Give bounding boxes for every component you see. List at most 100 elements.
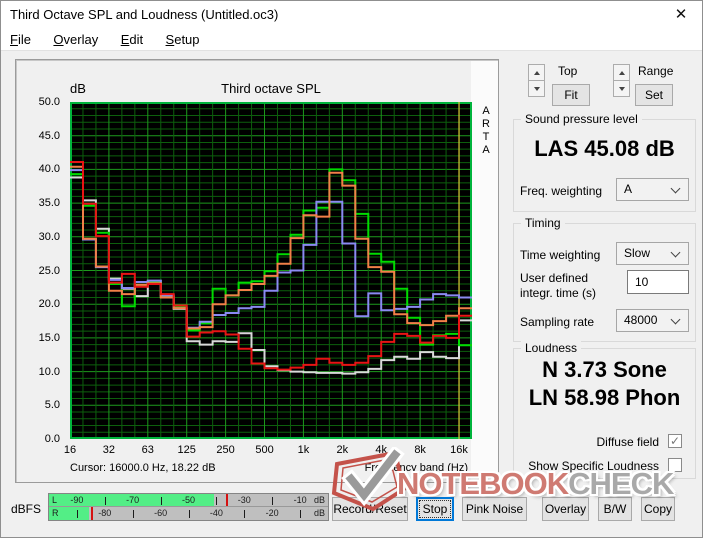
- top-spinner: [528, 64, 545, 98]
- meter-scale-label: -80: [98, 507, 111, 520]
- range-label: Range: [638, 64, 673, 78]
- diffuse-field-checkbox[interactable]: ✓: [668, 434, 682, 448]
- specific-loudness-label: Show Specific Loudness: [528, 459, 659, 473]
- y-tick-label: 50.0: [39, 96, 60, 108]
- loudness-group-label: Loudness: [521, 341, 581, 355]
- meter-tick: [77, 510, 78, 518]
- freq-weighting-select[interactable]: A: [616, 178, 689, 201]
- meter-scale-label: -40: [210, 507, 223, 520]
- y-tick-label: 20.0: [39, 298, 60, 310]
- loudness-sone-value: N 3.73 Sone: [514, 357, 695, 383]
- level-meter: L-90-70-50-30-10dB R-80-60-40-20dB: [48, 493, 329, 521]
- x-tick-label: 125: [178, 444, 196, 456]
- time-weighting-select[interactable]: Slow: [616, 242, 689, 265]
- stop-button[interactable]: Stop: [416, 497, 454, 521]
- x-tick-label: 63: [142, 444, 154, 456]
- meter-tick: [244, 510, 245, 518]
- chevron-down-icon: [671, 184, 681, 194]
- pink-noise-button[interactable]: Pink Noise: [462, 497, 527, 521]
- freq-weighting-value: A: [624, 182, 632, 196]
- sampling-rate-value: 48000: [624, 313, 657, 327]
- spl-plot[interactable]: [70, 102, 472, 439]
- meter-scale-label: -30: [238, 494, 251, 507]
- top-spin-up-icon[interactable]: [528, 64, 545, 81]
- record-reset-button[interactable]: Record/Reset: [332, 497, 408, 521]
- meter-scale-label: -10: [294, 494, 307, 507]
- meter-unit-label: dB: [314, 507, 325, 520]
- meter-tick: [216, 497, 217, 505]
- x-tick-label: 16: [64, 444, 76, 456]
- x-tick-label: 2k: [337, 444, 349, 456]
- y-tick-label: 0.0: [45, 433, 60, 445]
- meter-peak: [91, 507, 93, 520]
- x-tick-label: 32: [103, 444, 115, 456]
- x-tick-label: 250: [216, 444, 234, 456]
- chart-title: Third octave SPL: [70, 81, 472, 96]
- y-tick-label: 15.0: [39, 332, 60, 344]
- copy-button[interactable]: Copy: [641, 497, 675, 521]
- spl-group-label: Sound pressure level: [521, 112, 642, 126]
- x-axis-ticks: 1632631252505001k2k4k8k16k: [70, 444, 472, 458]
- spl-group: Sound pressure level LAS 45.08 dB Freq. …: [513, 119, 696, 212]
- chevron-down-icon: [671, 248, 681, 258]
- range-spin-up-icon[interactable]: [613, 64, 630, 81]
- y-tick-label: 10.0: [39, 366, 60, 378]
- meter-tick: [189, 510, 190, 518]
- meter-unit-label: dB: [314, 494, 325, 507]
- meter-scale-label: -20: [266, 507, 279, 520]
- menu-setup[interactable]: Setup: [157, 29, 209, 50]
- meter-tick: [272, 497, 273, 505]
- meter-tick: [133, 510, 134, 518]
- level-meter-left: L-90-70-50-30-10dB: [49, 494, 328, 507]
- meter-scale-label: -60: [154, 507, 167, 520]
- level-meter-right: R -80 -60 -40 -20 dB: [49, 507, 328, 520]
- range-spinner: [613, 64, 630, 98]
- meter-scale-label: -90: [70, 494, 83, 507]
- y-tick-label: 40.0: [39, 163, 60, 175]
- bw-button[interactable]: B/W: [598, 497, 632, 521]
- integr-time-label-2: integr. time (s): [520, 286, 596, 300]
- integr-time-label-1: User defined: [520, 271, 588, 285]
- y-tick-label: 25.0: [39, 265, 60, 277]
- x-tick-label: 1k: [298, 444, 310, 456]
- meter-tick: [105, 497, 106, 505]
- x-tick-label: 16k: [450, 444, 468, 456]
- x-axis-title: Frequency band (Hz): [365, 462, 468, 474]
- menu-edit[interactable]: Edit: [112, 29, 152, 50]
- loudness-phon-value: LN 58.98 Phon: [514, 385, 695, 411]
- time-weighting-label: Time weighting: [520, 248, 600, 262]
- top-spin-down-icon[interactable]: [528, 80, 545, 97]
- meter-peak: [226, 494, 228, 506]
- close-icon[interactable]: ✕: [666, 1, 696, 29]
- chart-panel: dB Third octave SPL 50.045.040.035.030.0…: [15, 59, 499, 483]
- y-tick-label: 30.0: [39, 231, 60, 243]
- menubar: File Overlay Edit Setup: [1, 29, 702, 51]
- timing-group-label: Timing: [521, 216, 565, 230]
- set-button[interactable]: Set: [635, 84, 673, 106]
- specific-loudness-checkbox[interactable]: [668, 458, 682, 472]
- meter-scale-label: -50: [182, 494, 195, 507]
- meter-channel-label: L: [52, 494, 57, 507]
- freq-weighting-label: Freq. weighting: [520, 184, 602, 198]
- range-spin-down-icon[interactable]: [613, 80, 630, 97]
- timing-group: Timing Time weighting Slow User defined …: [513, 223, 696, 342]
- integr-time-input[interactable]: 10: [627, 270, 689, 294]
- meter-tick: [161, 497, 162, 505]
- menu-file[interactable]: File: [1, 29, 40, 50]
- arta-spl-window: Third Octave SPL and Loudness (Untitled.…: [0, 0, 703, 538]
- time-weighting-value: Slow: [624, 246, 650, 260]
- menu-overlay[interactable]: Overlay: [44, 29, 107, 50]
- top-label: Top: [558, 64, 577, 78]
- window-title: Third Octave SPL and Loudness (Untitled.…: [10, 1, 278, 29]
- meter-tick: [300, 510, 301, 518]
- overlay-button[interactable]: Overlay: [542, 497, 589, 521]
- diffuse-field-label: Diffuse field: [597, 435, 659, 449]
- sampling-rate-select[interactable]: 48000: [616, 309, 689, 332]
- spl-value: LAS 45.08 dB: [514, 136, 695, 162]
- x-tick-label: 8k: [414, 444, 426, 456]
- titlebar: Third Octave SPL and Loudness (Untitled.…: [1, 1, 702, 29]
- sampling-rate-label: Sampling rate: [520, 315, 594, 329]
- fit-button[interactable]: Fit: [552, 84, 590, 106]
- x-tick-label: 500: [255, 444, 273, 456]
- meter-channel-label: R: [52, 507, 59, 520]
